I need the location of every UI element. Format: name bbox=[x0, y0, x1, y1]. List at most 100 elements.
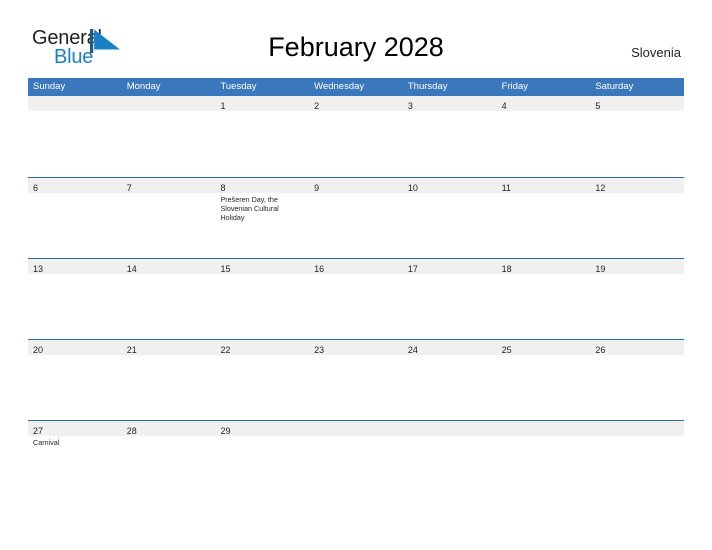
day-number-band: 15 bbox=[215, 259, 310, 274]
day-header-saturday: Saturday bbox=[595, 81, 634, 92]
calendar-day-cell[interactable]: 22 bbox=[215, 340, 310, 420]
day-header-thursday: Thursday bbox=[407, 81, 448, 92]
calendar-day-cell[interactable]: 29 bbox=[215, 421, 310, 501]
day-number: 2 bbox=[314, 101, 320, 111]
day-events bbox=[309, 193, 403, 195]
day-number: 5 bbox=[595, 101, 601, 111]
day-number: 9 bbox=[314, 183, 320, 193]
day-number-band bbox=[590, 421, 685, 436]
calendar-day-cell[interactable]: 9 bbox=[309, 178, 403, 258]
country-label: Slovenia bbox=[631, 45, 681, 60]
calendar-day-cell[interactable]: 11 bbox=[496, 178, 591, 258]
day-events: Prešeren Day, the Slovenian Cultural Hol… bbox=[215, 193, 309, 223]
day-events bbox=[403, 274, 497, 276]
day-events bbox=[590, 436, 684, 438]
day-events: Carnival bbox=[28, 436, 122, 447]
day-events bbox=[497, 436, 591, 438]
calendar-grid: Sunday Monday Tuesday Wednesday Thursday… bbox=[28, 78, 685, 501]
calendar-day-cell[interactable]: 4 bbox=[496, 96, 591, 177]
calendar-page: General Blue February 2028 Slovenia Sund… bbox=[0, 0, 712, 550]
calendar-day-cell-empty[interactable] bbox=[121, 96, 216, 177]
calendar-day-cell[interactable]: 24 bbox=[402, 340, 497, 420]
calendar-day-cell-empty[interactable] bbox=[309, 421, 403, 501]
day-number-band: 9 bbox=[309, 178, 403, 193]
day-number-band: 17 bbox=[402, 259, 497, 274]
day-events bbox=[309, 274, 403, 276]
day-number-band bbox=[309, 421, 403, 436]
day-number-band: 3 bbox=[402, 96, 497, 111]
calendar-day-cell-empty[interactable] bbox=[590, 421, 685, 501]
day-events bbox=[403, 436, 497, 438]
calendar-day-cell[interactable]: 16 bbox=[309, 259, 403, 339]
day-number-band bbox=[402, 421, 497, 436]
day-number: 13 bbox=[33, 264, 44, 274]
calendar-day-cell[interactable]: 3 bbox=[402, 96, 497, 177]
day-number: 3 bbox=[407, 101, 413, 111]
calendar-day-cell[interactable]: 23 bbox=[309, 340, 403, 420]
calendar-day-cell[interactable]: 2 bbox=[309, 96, 403, 177]
day-number: 25 bbox=[501, 345, 512, 355]
day-number-band: 18 bbox=[496, 259, 591, 274]
holiday-event-label: Carnival bbox=[33, 438, 60, 447]
day-number-band: 12 bbox=[590, 178, 685, 193]
day-events bbox=[122, 436, 216, 438]
day-events bbox=[215, 111, 309, 113]
calendar-day-cell[interactable]: 12 bbox=[590, 178, 685, 258]
calendar-day-cell-empty[interactable] bbox=[496, 421, 591, 501]
day-number-band: 5 bbox=[590, 96, 685, 111]
day-events bbox=[309, 436, 403, 438]
day-number-band: 27 bbox=[28, 421, 122, 436]
calendar-day-cell-empty[interactable] bbox=[402, 421, 497, 501]
calendar-weeks: 1 2 3 4 5 6 7 8 Prešeren Day, the Slovenian Cult… bbox=[28, 96, 685, 501]
day-events bbox=[122, 274, 216, 276]
calendar-day-cell[interactable]: 20 bbox=[28, 340, 122, 420]
calendar-day-cell[interactable]: 1 bbox=[215, 96, 310, 177]
day-number-band: 19 bbox=[590, 259, 685, 274]
calendar-day-cell[interactable]: 21 bbox=[121, 340, 216, 420]
day-number: 11 bbox=[501, 183, 511, 193]
day-number: 29 bbox=[220, 426, 231, 436]
calendar-day-cell[interactable]: 5 bbox=[590, 96, 685, 177]
day-events bbox=[497, 274, 591, 276]
day-number-band: 7 bbox=[121, 178, 216, 193]
calendar-day-cell[interactable]: 6 bbox=[28, 178, 122, 258]
day-events bbox=[122, 355, 216, 357]
day-events bbox=[309, 355, 403, 357]
day-events bbox=[122, 193, 216, 195]
day-events bbox=[309, 111, 403, 113]
day-header-monday: Monday bbox=[126, 81, 161, 92]
calendar-day-cell[interactable]: 28 bbox=[121, 421, 216, 501]
calendar-day-cell[interactable]: 27 Carnival bbox=[28, 421, 122, 501]
day-events bbox=[403, 111, 497, 113]
day-events bbox=[497, 355, 591, 357]
calendar-day-cell[interactable]: 15 bbox=[215, 259, 310, 339]
calendar-day-cell[interactable]: 19 bbox=[590, 259, 685, 339]
calendar-day-cell[interactable]: 25 bbox=[496, 340, 591, 420]
day-events bbox=[403, 193, 497, 195]
day-number-band: 23 bbox=[309, 340, 403, 355]
calendar-week-row: 27 Carnival 28 29 bbox=[28, 420, 685, 501]
calendar-week-row: 1 2 3 4 5 bbox=[28, 96, 685, 177]
calendar-day-cell[interactable]: 14 bbox=[121, 259, 216, 339]
day-events bbox=[28, 193, 122, 195]
day-header-friday: Friday bbox=[501, 81, 528, 92]
day-number: 8 bbox=[220, 183, 226, 193]
day-number: 15 bbox=[220, 264, 231, 274]
calendar-day-cell[interactable]: 17 bbox=[402, 259, 497, 339]
calendar-day-cell[interactable]: 13 bbox=[28, 259, 122, 339]
day-number: 7 bbox=[126, 183, 132, 193]
day-events bbox=[497, 193, 591, 195]
day-number: 22 bbox=[220, 345, 231, 355]
day-number: 23 bbox=[314, 345, 325, 355]
calendar-day-cell[interactable]: 18 bbox=[496, 259, 591, 339]
day-number: 10 bbox=[407, 183, 418, 193]
calendar-day-cell[interactable]: 7 bbox=[121, 178, 216, 258]
calendar-day-cell[interactable]: 26 bbox=[590, 340, 685, 420]
calendar-day-cell[interactable]: 10 bbox=[402, 178, 497, 258]
day-number-band bbox=[28, 96, 122, 111]
day-number-band: 13 bbox=[28, 259, 122, 274]
day-number: 1 bbox=[220, 101, 226, 111]
calendar-day-cell[interactable]: 8 Prešeren Day, the Slovenian Cultural Ho… bbox=[215, 178, 310, 258]
calendar-day-cell-empty[interactable] bbox=[28, 96, 122, 177]
day-number-band: 21 bbox=[121, 340, 216, 355]
